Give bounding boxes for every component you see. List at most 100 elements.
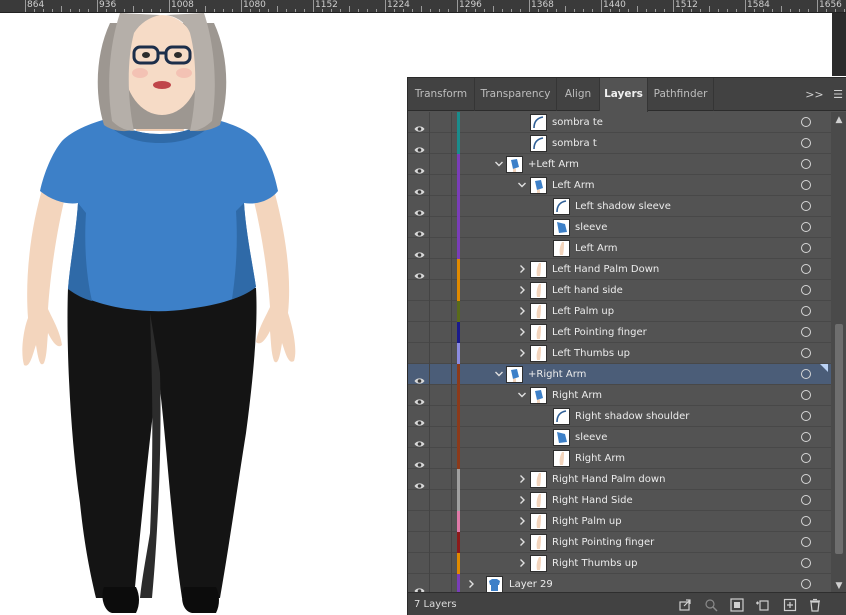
chevron-down-icon[interactable] xyxy=(494,368,504,380)
target-circle-icon[interactable] xyxy=(801,180,811,190)
layer-name[interactable]: Left Arm xyxy=(552,175,595,196)
export-icon[interactable] xyxy=(678,598,692,612)
target-circle-icon[interactable] xyxy=(801,138,811,148)
layer-row[interactable]: Left Arm xyxy=(408,238,831,259)
target-circle-icon[interactable] xyxy=(801,369,811,379)
lock-toggle[interactable] xyxy=(430,301,452,322)
layer-name[interactable]: sombra t xyxy=(552,133,597,154)
layer-name[interactable]: Left hand side xyxy=(552,280,623,301)
target-circle-icon[interactable] xyxy=(801,285,811,295)
lock-toggle[interactable] xyxy=(430,385,452,406)
layer-row[interactable]: sleeve xyxy=(408,217,831,238)
layer-name[interactable]: Left Thumbs up xyxy=(552,343,630,364)
chevron-right-icon[interactable] xyxy=(517,347,527,359)
lock-toggle[interactable] xyxy=(430,448,452,469)
layer-name[interactable]: Right Arm xyxy=(552,385,602,406)
lock-toggle[interactable] xyxy=(430,280,452,301)
chevron-right-icon[interactable] xyxy=(517,263,527,275)
collapse-panels-button[interactable]: >> xyxy=(805,88,823,101)
visibility-toggle[interactable] xyxy=(408,238,430,259)
layer-row[interactable]: Left shadow sleeve xyxy=(408,196,831,217)
visibility-toggle[interactable] xyxy=(408,532,430,553)
visibility-toggle[interactable] xyxy=(408,322,430,343)
lock-toggle[interactable] xyxy=(430,112,452,133)
target-circle-icon[interactable] xyxy=(801,222,811,232)
target-circle-icon[interactable] xyxy=(801,558,811,568)
lock-toggle[interactable] xyxy=(430,406,452,427)
layer-row[interactable]: Left Thumbs up xyxy=(408,343,831,364)
layer-name[interactable]: Right Arm xyxy=(575,448,625,469)
target-circle-icon[interactable] xyxy=(801,159,811,169)
locate-object-icon[interactable] xyxy=(704,598,718,612)
visibility-toggle[interactable] xyxy=(408,175,430,196)
create-new-sublayer-icon[interactable] xyxy=(755,598,769,612)
layer-row[interactable]: Right Hand Palm down xyxy=(408,469,831,490)
lock-toggle[interactable] xyxy=(430,154,452,175)
visibility-toggle[interactable] xyxy=(408,280,430,301)
layer-row[interactable]: Right shadow shoulder xyxy=(408,406,831,427)
visibility-toggle[interactable] xyxy=(408,574,430,592)
layer-name[interactable]: Right Hand Side xyxy=(552,490,633,511)
visibility-toggle[interactable] xyxy=(408,490,430,511)
visibility-toggle[interactable] xyxy=(408,448,430,469)
layer-name[interactable]: Right Palm up xyxy=(552,511,622,532)
layer-name[interactable]: sleeve xyxy=(575,217,607,238)
chevron-right-icon[interactable] xyxy=(517,305,527,317)
hamburger-menu-icon[interactable]: ☰ xyxy=(833,88,843,101)
visibility-toggle[interactable] xyxy=(408,427,430,448)
layer-row[interactable]: Left hand side xyxy=(408,280,831,301)
chevron-right-icon[interactable] xyxy=(517,494,527,506)
target-circle-icon[interactable] xyxy=(801,117,811,127)
target-circle-icon[interactable] xyxy=(801,327,811,337)
layer-name[interactable]: Right Thumbs up xyxy=(552,553,637,574)
chevron-down-icon[interactable] xyxy=(517,179,527,191)
lock-toggle[interactable] xyxy=(430,322,452,343)
layer-name[interactable]: Left Hand Palm Down xyxy=(552,259,659,280)
lock-toggle[interactable] xyxy=(430,490,452,511)
target-circle-icon[interactable] xyxy=(801,474,811,484)
scroll-down-icon[interactable]: ▼ xyxy=(834,581,844,591)
layer-name[interactable]: sombra te xyxy=(552,112,603,133)
layer-row[interactable]: Right Hand Side xyxy=(408,490,831,511)
lock-toggle[interactable] xyxy=(430,133,452,154)
layer-name[interactable]: +Right Arm xyxy=(528,364,586,385)
target-circle-icon[interactable] xyxy=(801,537,811,547)
target-circle-icon[interactable] xyxy=(801,495,811,505)
layer-name[interactable]: sleeve xyxy=(575,427,607,448)
layer-name[interactable]: Left shadow sleeve xyxy=(575,196,671,217)
target-circle-icon[interactable] xyxy=(801,264,811,274)
layer-name[interactable]: Left Palm up xyxy=(552,301,614,322)
visibility-toggle[interactable] xyxy=(408,112,430,133)
layer-row[interactable]: +Right Arm xyxy=(408,364,831,385)
layer-name[interactable]: +Left Arm xyxy=(528,154,579,175)
tab-pathfinder[interactable]: Pathfinder xyxy=(648,78,714,111)
visibility-toggle[interactable] xyxy=(408,385,430,406)
chevron-right-icon[interactable] xyxy=(517,326,527,338)
lock-toggle[interactable] xyxy=(430,238,452,259)
target-circle-icon[interactable] xyxy=(801,411,811,421)
layer-row[interactable]: Right Palm up xyxy=(408,511,831,532)
target-circle-icon[interactable] xyxy=(801,306,811,316)
lock-toggle[interactable] xyxy=(430,175,452,196)
chevron-right-icon[interactable] xyxy=(517,473,527,485)
target-circle-icon[interactable] xyxy=(801,432,811,442)
layer-name[interactable]: Left Arm xyxy=(575,238,618,259)
lock-toggle[interactable] xyxy=(430,196,452,217)
layer-name[interactable]: Left Pointing finger xyxy=(552,322,647,343)
layer-row[interactable]: Left Hand Palm Down xyxy=(408,259,831,280)
chevron-down-icon[interactable] xyxy=(517,389,527,401)
layer-row[interactable]: Left Palm up xyxy=(408,301,831,322)
make-clipping-mask-icon[interactable] xyxy=(730,598,744,612)
layer-row[interactable]: Right Pointing finger xyxy=(408,532,831,553)
chevron-right-icon[interactable] xyxy=(517,536,527,548)
visibility-toggle[interactable] xyxy=(408,364,430,385)
visibility-toggle[interactable] xyxy=(408,217,430,238)
layer-row[interactable]: Layer 29 xyxy=(408,574,831,592)
layer-row[interactable]: Right Arm xyxy=(408,448,831,469)
visibility-toggle[interactable] xyxy=(408,406,430,427)
layer-row[interactable]: sleeve xyxy=(408,427,831,448)
layer-name[interactable]: Right shadow shoulder xyxy=(575,406,689,427)
tab-transform[interactable]: Transform xyxy=(408,78,475,111)
lock-toggle[interactable] xyxy=(430,259,452,280)
visibility-toggle[interactable] xyxy=(408,133,430,154)
